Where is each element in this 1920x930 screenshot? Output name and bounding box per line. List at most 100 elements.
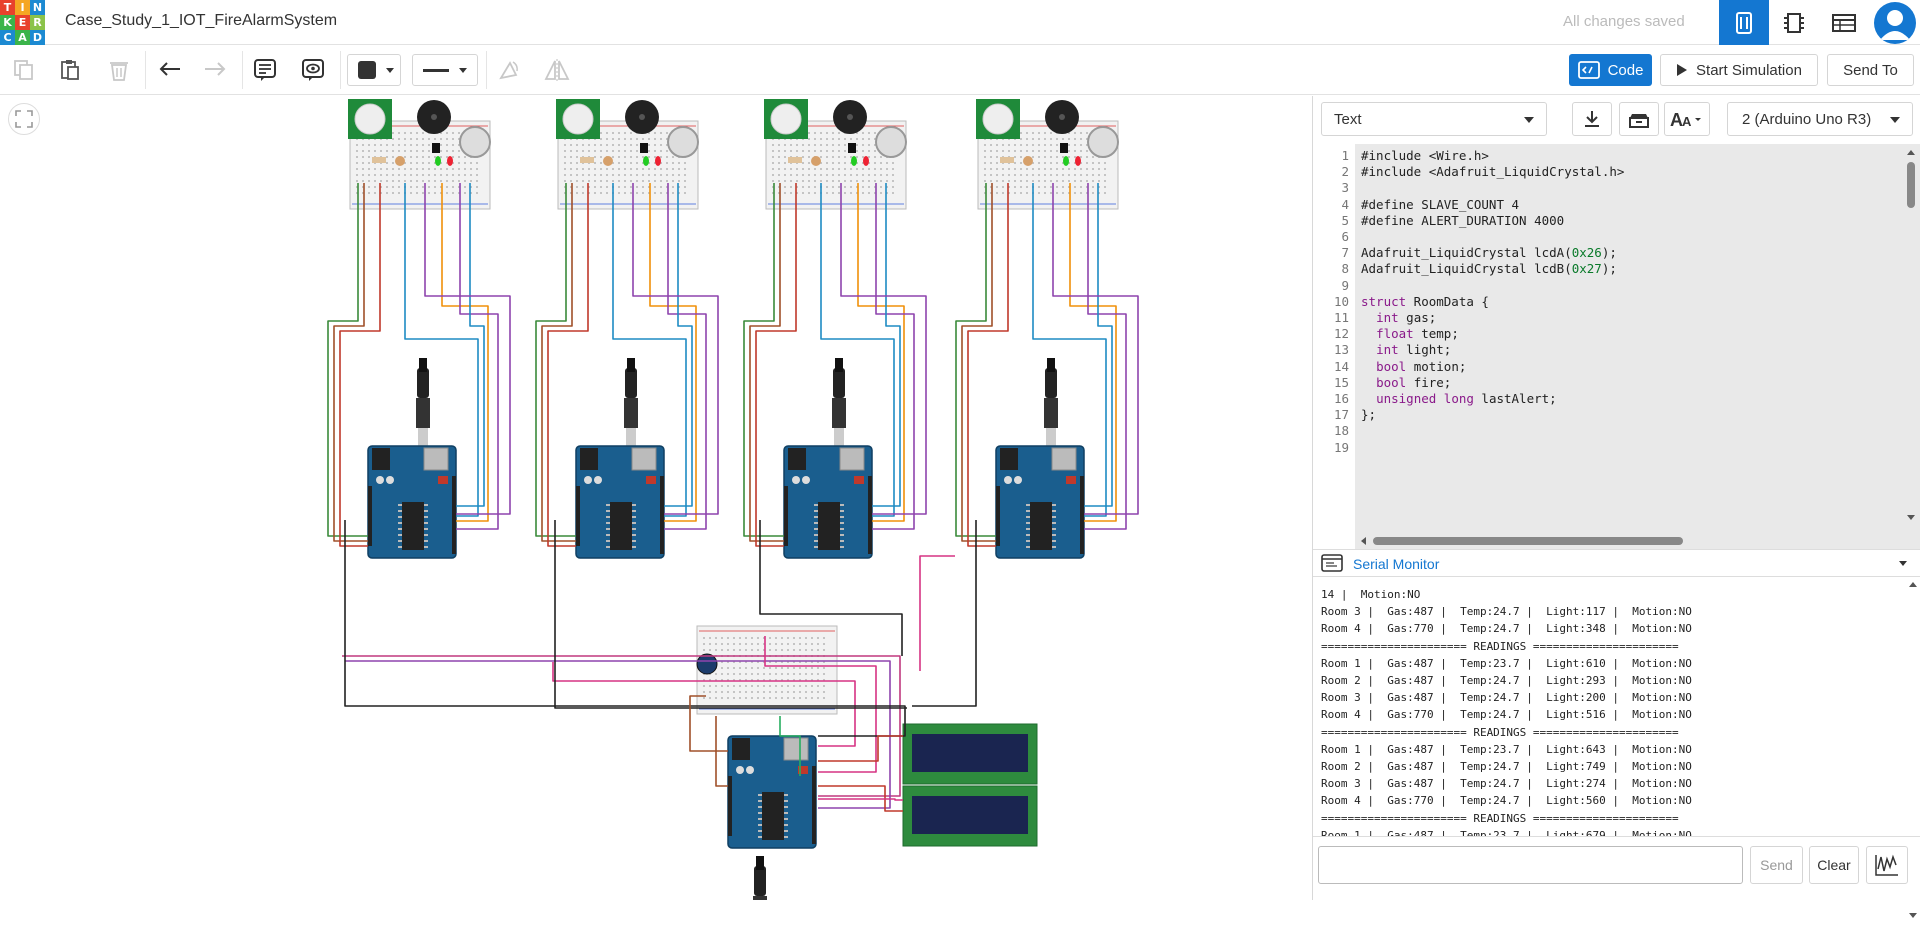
editor-horizontal-scrollbar[interactable]	[1361, 536, 1901, 546]
breadboard-hole	[832, 168, 834, 170]
digital-header	[812, 766, 816, 844]
breadboard-hole	[1050, 150, 1052, 152]
breadboard-hole	[838, 144, 840, 146]
component-list-view-button[interactable]	[1819, 0, 1869, 45]
breadboard-hole	[793, 667, 795, 669]
line-number: 8	[1341, 261, 1349, 277]
circuit-diagram[interactable]	[0, 96, 1312, 900]
fit-to-view-button[interactable]	[8, 103, 40, 135]
wire-style-dropdown[interactable]	[412, 54, 478, 86]
breadboard-hole	[630, 144, 632, 146]
code-mode-select[interactable]: Text	[1321, 102, 1547, 136]
chip-pin	[424, 510, 428, 512]
line-number: 12	[1333, 326, 1349, 342]
lcd-display-2[interactable]	[902, 785, 1038, 847]
breadboard-hole	[594, 168, 596, 170]
breadboard-hole	[769, 685, 771, 687]
breadboard-hole	[874, 174, 876, 176]
line-number: 3	[1341, 180, 1349, 196]
wire-color-dropdown[interactable]	[347, 54, 401, 86]
breadboard-hole	[642, 180, 644, 182]
slave-arduino-4[interactable]	[995, 445, 1085, 559]
libraries-button[interactable]	[1619, 102, 1659, 136]
breadboard-hole	[745, 691, 747, 693]
breadboard-hole	[772, 144, 774, 146]
breadboard-hole	[817, 649, 819, 651]
breadboard-hole	[733, 667, 735, 669]
flip-button[interactable]	[541, 54, 573, 86]
toggle-notes-visibility-button[interactable]	[297, 54, 329, 86]
breadboard-hole	[1026, 180, 1028, 182]
serial-send-button[interactable]: Send	[1750, 846, 1803, 884]
code-editor[interactable]: 1 #include <Wire.h> 2 #include <Adafruit_Li…	[1313, 144, 1920, 549]
redo-button[interactable]	[199, 54, 231, 86]
breadboard-hole	[374, 150, 376, 152]
font-size-button[interactable]: AA	[1664, 102, 1710, 136]
notes-button[interactable]	[249, 54, 281, 86]
breadboard-hole	[990, 168, 992, 170]
serial-clear-button[interactable]: Clear	[1809, 846, 1859, 884]
gas-sensor	[1087, 126, 1119, 158]
slave-arduino-1[interactable]	[367, 445, 457, 559]
buzzer-center	[639, 114, 645, 120]
slave-arduino-3[interactable]	[783, 445, 873, 559]
editor-horizontal-scroll-thumb[interactable]	[1373, 537, 1683, 545]
microcontroller-chip	[818, 502, 840, 550]
schematic-view-button[interactable]	[1769, 0, 1819, 45]
breadboard-hole	[446, 186, 448, 188]
slave-arduino-2[interactable]	[575, 445, 665, 559]
serial-graph-button[interactable]	[1866, 846, 1908, 884]
breadboard-hole	[362, 162, 364, 164]
download-code-button[interactable]	[1572, 102, 1612, 136]
chip-pin	[606, 504, 610, 506]
breadboard-hole	[648, 138, 650, 140]
delete-button[interactable]	[103, 54, 135, 86]
master-arduino[interactable]	[727, 735, 817, 849]
breadboard-hole	[775, 667, 777, 669]
breadboard-hole	[684, 186, 686, 188]
chip-pin	[1026, 540, 1030, 542]
breadboard-hole	[823, 637, 825, 639]
board-selector[interactable]: 2 (Arduino Uno R3)	[1727, 102, 1913, 136]
circuit-view-button[interactable]	[1719, 0, 1769, 45]
breadboard-hole	[1074, 138, 1076, 140]
breadboard-hole	[892, 186, 894, 188]
editor-vertical-scroll-thumb[interactable]	[1907, 162, 1915, 208]
breadboard-hole	[868, 132, 870, 134]
resistor	[1000, 157, 1014, 163]
capacitor	[1004, 476, 1012, 484]
start-simulation-button[interactable]: Start Simulation	[1660, 54, 1818, 86]
undo-button[interactable]	[154, 54, 186, 86]
serial-input[interactable]	[1318, 846, 1743, 884]
breadboard-hole	[458, 132, 460, 134]
send-to-button[interactable]: Send To	[1827, 54, 1914, 86]
breadboard-hole	[868, 174, 870, 176]
tinkercad-logo[interactable]: TINKERCAD	[0, 0, 45, 45]
serial-monitor-header[interactable]: Serial Monitor	[1313, 549, 1920, 577]
breadboard-hole	[868, 156, 870, 158]
breadboard-hole	[600, 150, 602, 152]
copy-button[interactable]	[8, 54, 40, 86]
breadboard-hole	[1032, 156, 1034, 158]
line-number: 16	[1333, 391, 1349, 406]
project-title[interactable]: Case_Study_1_IOT_FireAlarmSystem	[65, 12, 337, 30]
rotate-button[interactable]	[493, 54, 525, 86]
code-button[interactable]: Code	[1569, 54, 1652, 86]
lcd-display-1[interactable]	[902, 723, 1038, 785]
breadboard-hole	[476, 186, 478, 188]
breadboard-hole	[793, 637, 795, 639]
reset-button	[1066, 476, 1076, 484]
master-breadboard[interactable]	[696, 625, 838, 715]
paste-button[interactable]	[54, 54, 86, 86]
breadboard-hole	[446, 156, 448, 158]
breadboard-hole	[1032, 132, 1034, 134]
circuit-canvas[interactable]	[0, 96, 1312, 900]
user-avatar-icon[interactable]	[1874, 2, 1916, 44]
breadboard-hole	[721, 637, 723, 639]
breadboard-hole	[410, 186, 412, 188]
breadboard-hole	[1092, 192, 1094, 194]
red-led	[655, 156, 661, 166]
breadboard-hole	[476, 162, 478, 164]
editor-vertical-scrollbar[interactable]	[1906, 150, 1916, 520]
breadboard-hole	[880, 174, 882, 176]
